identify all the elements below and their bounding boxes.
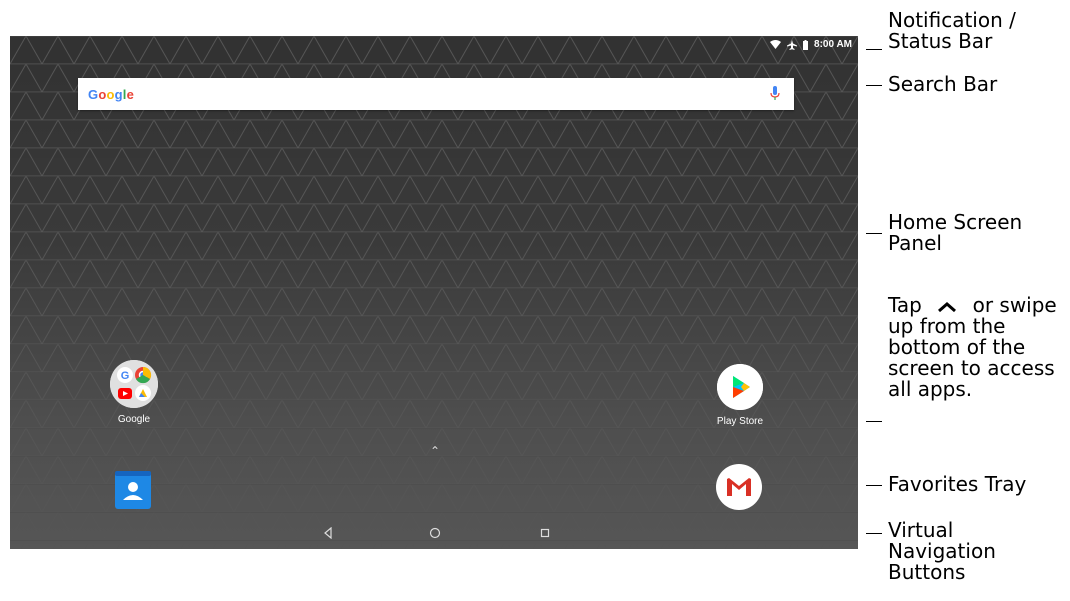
mic-icon[interactable]: [770, 86, 780, 102]
callout-tap: Tap or swipe up from the bottom of the s…: [888, 295, 1070, 400]
callout-line-home: [866, 233, 882, 234]
svg-text:G: G: [121, 370, 130, 382]
back-icon[interactable]: [322, 527, 334, 539]
battery-icon: [803, 39, 809, 50]
home-icon[interactable]: [429, 527, 441, 539]
gmail-app[interactable]: [716, 464, 762, 510]
callout-favorites: Favorites Tray: [888, 472, 1027, 496]
callout-home-panel: Home Screen Panel: [888, 210, 1023, 255]
search-bar[interactable]: Google: [78, 78, 794, 110]
play-store-app[interactable]: Play Store: [708, 364, 772, 427]
callout-line-apps: [866, 421, 882, 422]
airplane-icon: [787, 39, 798, 50]
callout-line-favorites: [866, 485, 882, 486]
contacts-app[interactable]: [113, 470, 153, 514]
play-store-icon: [717, 364, 763, 410]
google-folder-label: Google: [117, 414, 151, 425]
google-logo: Google: [88, 86, 135, 102]
wifi-icon: [770, 40, 782, 49]
play-store-label: Play Store: [716, 416, 764, 427]
callout-line-status: [866, 49, 882, 50]
callout-nav-buttons: Virtual Navigation Buttons: [888, 518, 996, 584]
callout-search-bar: Search Bar: [888, 72, 998, 96]
chevron-up-icon: [938, 301, 957, 312]
navigation-bar: [10, 519, 858, 549]
google-folder-icon: G: [110, 360, 158, 408]
status-bar: 8:00 AM: [10, 36, 858, 54]
callout-line-search: [866, 85, 882, 86]
contacts-icon: [115, 471, 151, 509]
recents-icon[interactable]: [539, 527, 551, 539]
gmail-icon: [727, 478, 751, 496]
callout-status-bar: Notification / Status Bar: [888, 8, 1016, 53]
google-folder[interactable]: G Google: [102, 360, 166, 425]
chevron-up-icon[interactable]: ⌃: [430, 444, 440, 458]
status-time: 8:00 AM: [814, 39, 852, 50]
home-screen: 8:00 AM Google G Google Play Store ⌃: [10, 36, 858, 549]
callout-line-nav: [866, 533, 882, 534]
